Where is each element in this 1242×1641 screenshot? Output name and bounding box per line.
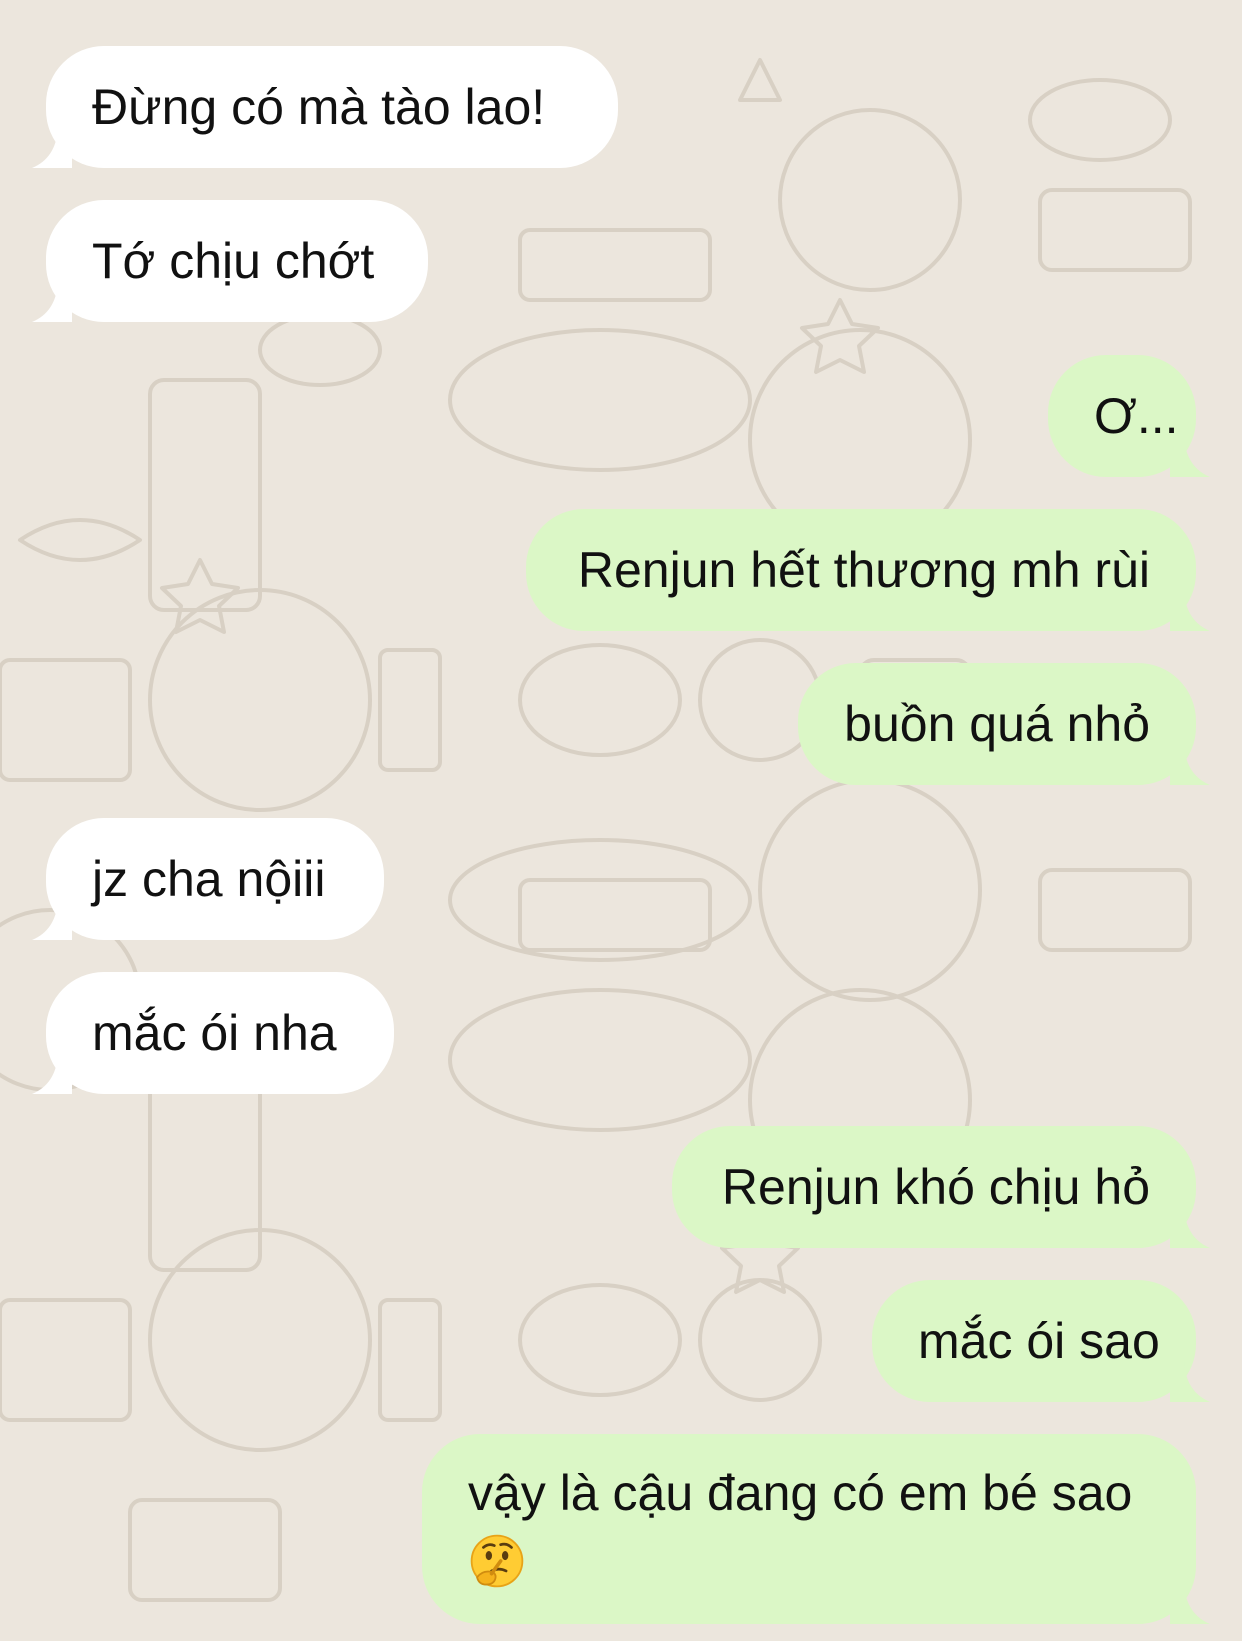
message-bubble-outgoing[interactable]: Ơ... (1048, 355, 1210, 477)
message-bubble-outgoing[interactable]: vậy là cậu đang có em bé sao (422, 1434, 1210, 1624)
message-text: Ơ... (1094, 388, 1179, 444)
message-text: mắc ói sao (918, 1313, 1160, 1369)
message-text: Tớ chịu chớt (92, 233, 375, 289)
message-bubble-incoming[interactable]: Đừng có mà tào lao! (32, 46, 618, 168)
bubble-tail (1170, 437, 1210, 477)
chat-thread: Đừng có mà tào lao! Tớ chịu chớt Ơ... Re… (0, 0, 1242, 1641)
bubble-tail (1170, 591, 1210, 631)
bubble-tail (1170, 1362, 1210, 1402)
bubble-tail (32, 282, 72, 322)
bubble-tail (32, 128, 72, 168)
bubble-tail (1170, 745, 1210, 785)
bubble-tail (1170, 1208, 1210, 1248)
message-text: vậy là cậu đang có em bé sao (468, 1465, 1133, 1521)
message-bubble-outgoing[interactable]: Renjun khó chịu hỏ (672, 1126, 1210, 1248)
message-text: Đừng có mà tào lao! (92, 79, 546, 135)
message-text: buồn quá nhỏ (844, 696, 1150, 752)
message-text: mắc ói nha (92, 1005, 337, 1061)
message-bubble-incoming[interactable]: mắc ói nha (32, 972, 394, 1094)
message-bubble-outgoing[interactable]: Renjun hết thương mh rùi (526, 509, 1210, 631)
bubble-tail (1170, 1584, 1210, 1624)
bubble-tail (32, 900, 72, 940)
message-bubble-outgoing[interactable]: buồn quá nhỏ (798, 663, 1210, 785)
message-text: Renjun khó chịu hỏ (721, 1159, 1150, 1215)
thinking-face-emoji-icon (470, 1534, 524, 1588)
message-text: jz cha nộiii (92, 851, 326, 907)
message-bubble-outgoing[interactable]: mắc ói sao (872, 1280, 1210, 1402)
bubble-tail (32, 1054, 72, 1094)
message-bubble-incoming[interactable]: Tớ chịu chớt (32, 200, 428, 322)
message-text: Renjun hết thương mh rùi (577, 542, 1150, 598)
message-bubble-incoming[interactable]: jz cha nộiii (32, 818, 384, 940)
